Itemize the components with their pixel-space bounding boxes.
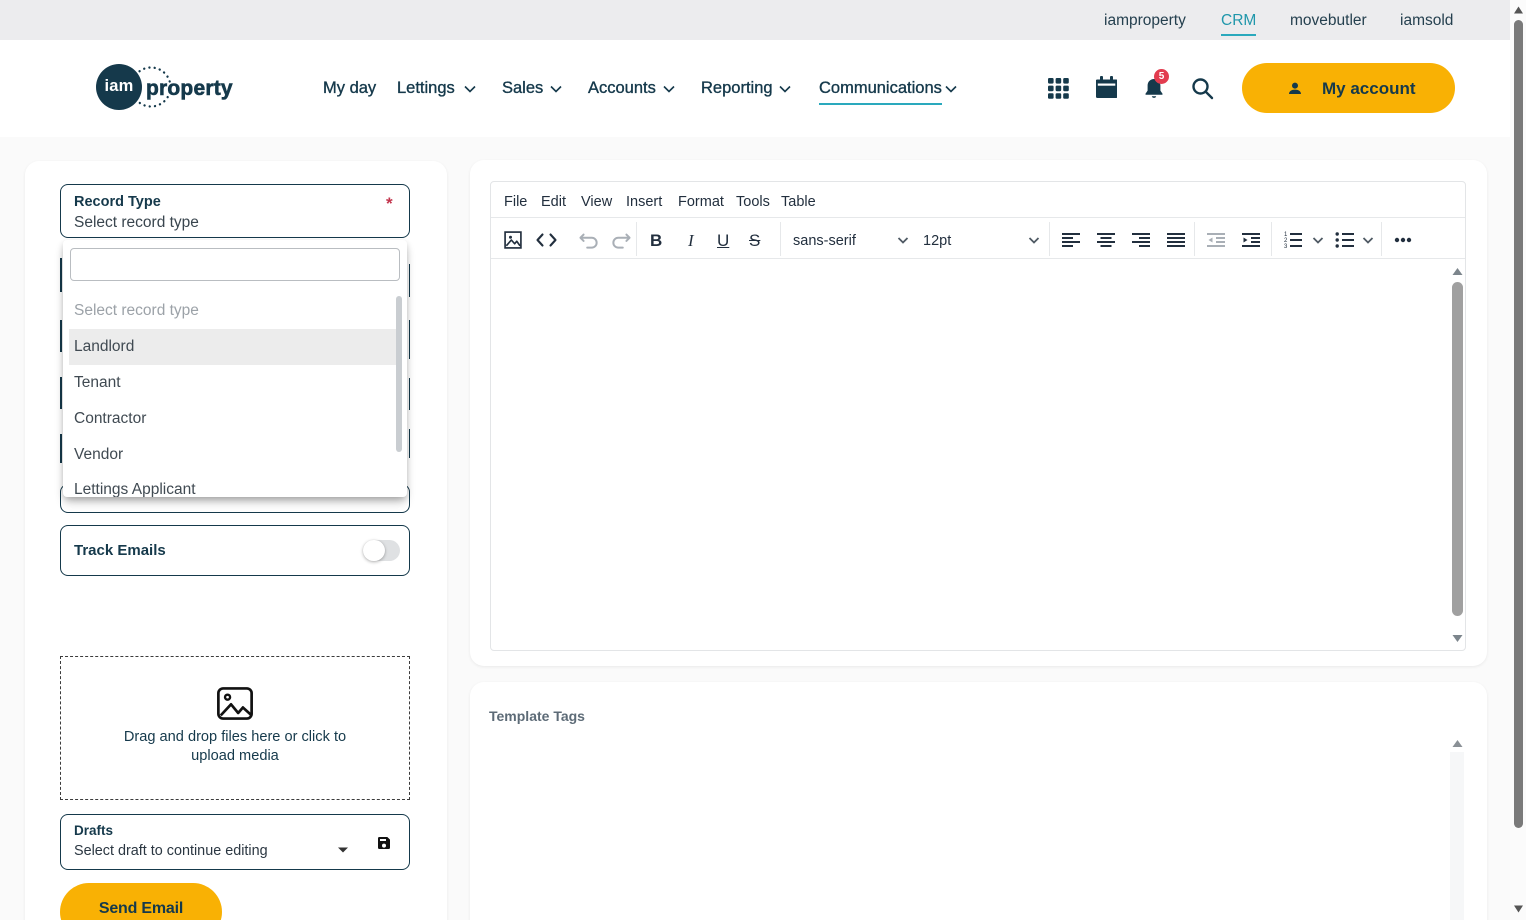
svg-text:3: 3 xyxy=(1284,244,1288,249)
